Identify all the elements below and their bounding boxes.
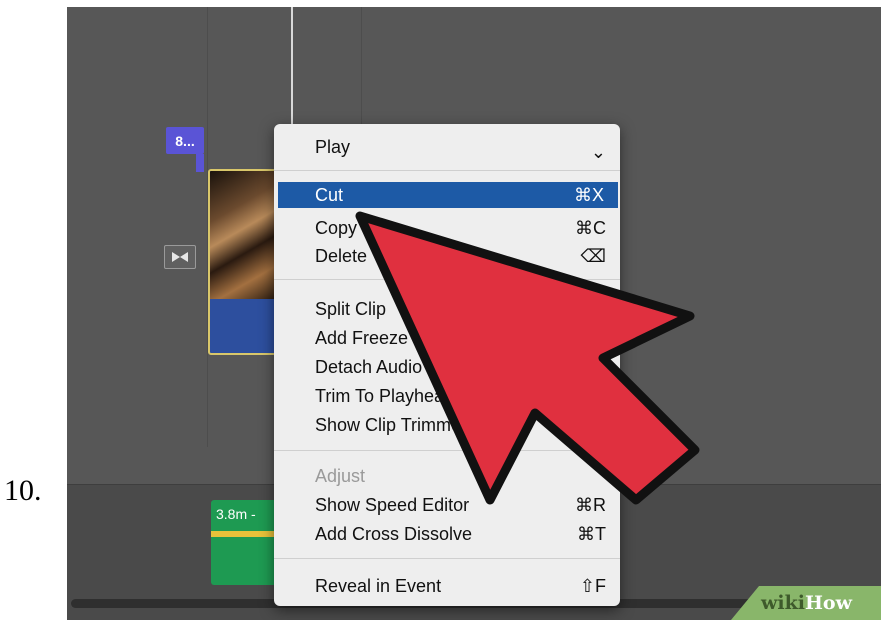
clip-title-tag[interactable]: 8... [166,127,204,172]
menu-item-show-speed-editor[interactable]: Show Speed Editor ⌘R [274,492,620,518]
menu-item-delete[interactable]: Delete ⌫ [274,243,620,269]
menu-item-shortcut: ⇧F [579,576,606,596]
menu-item-label: Show Clip Trimmer [315,415,468,435]
menu-separator [274,279,620,280]
menu-item-label: Reveal in Event [315,576,442,596]
menu-item-shortcut: ⌘R [575,495,606,515]
menu-item-copy[interactable]: Copy ⌘C [274,215,620,241]
transition-icon[interactable] [164,245,196,269]
menu-separator [274,558,620,559]
menu-item-label: Add Cross Dissolve [315,524,473,544]
menu-item-shortcut: ⌘X [573,185,604,205]
audio-clip-label: 3.8m - [216,506,256,522]
menu-item-label: Show Speed Editor [315,495,470,515]
menu-item-label: Copy [315,218,358,238]
menu-item-add-freeze[interactable]: Add Freeze [274,325,620,351]
menu-item-add-cross-dissolve[interactable]: Add Cross Dissolve ⌘T [274,521,620,547]
menu-item-play[interactable]: Play ⌄ [274,134,620,162]
menu-item-label: Add Freeze [315,328,409,348]
menu-item-adjust: Adjust [274,463,620,489]
menu-item-label: Detach Audio [315,357,423,377]
menu-item-label: Cut [315,185,344,205]
playhead[interactable] [291,7,293,127]
menu-item-cut[interactable]: Cut ⌘X [278,182,618,208]
menu-item-show-clip-trimmer[interactable]: Show Clip Trimmer [274,412,620,438]
menu-item-label: Play [315,137,351,157]
menu-separator [274,450,620,451]
menu-item-reveal-in-event[interactable]: Reveal in Event ⇧F [274,573,620,599]
context-menu: Play ⌄ Cut ⌘X Copy ⌘C Delete ⌫ Split Cli… [274,124,620,606]
delete-icon: ⌫ [580,246,606,266]
menu-separator [274,170,620,171]
menu-item-split-clip[interactable]: Split Clip [274,296,620,322]
menu-item-label: Adjust [315,466,366,486]
menu-item-label: Delete [315,246,368,266]
menu-item-detach-audio[interactable]: Detach Audio [274,354,620,380]
menu-item-shortcut: ⌘C [575,218,606,238]
watermark-wiki: wiki [761,592,805,614]
menu-item-label: Split Clip [315,299,387,319]
menu-item-label: Trim To Playhead [315,386,455,406]
menu-item-shortcut: ⌘T [577,524,606,544]
step-number: 10. [4,474,42,507]
clip-thumbnail [210,171,284,299]
chevron-down-icon: ⌄ [590,142,606,162]
watermark-how: How [804,592,852,614]
menu-item-trim-to-playhead[interactable]: Trim To Playhead [274,383,620,409]
